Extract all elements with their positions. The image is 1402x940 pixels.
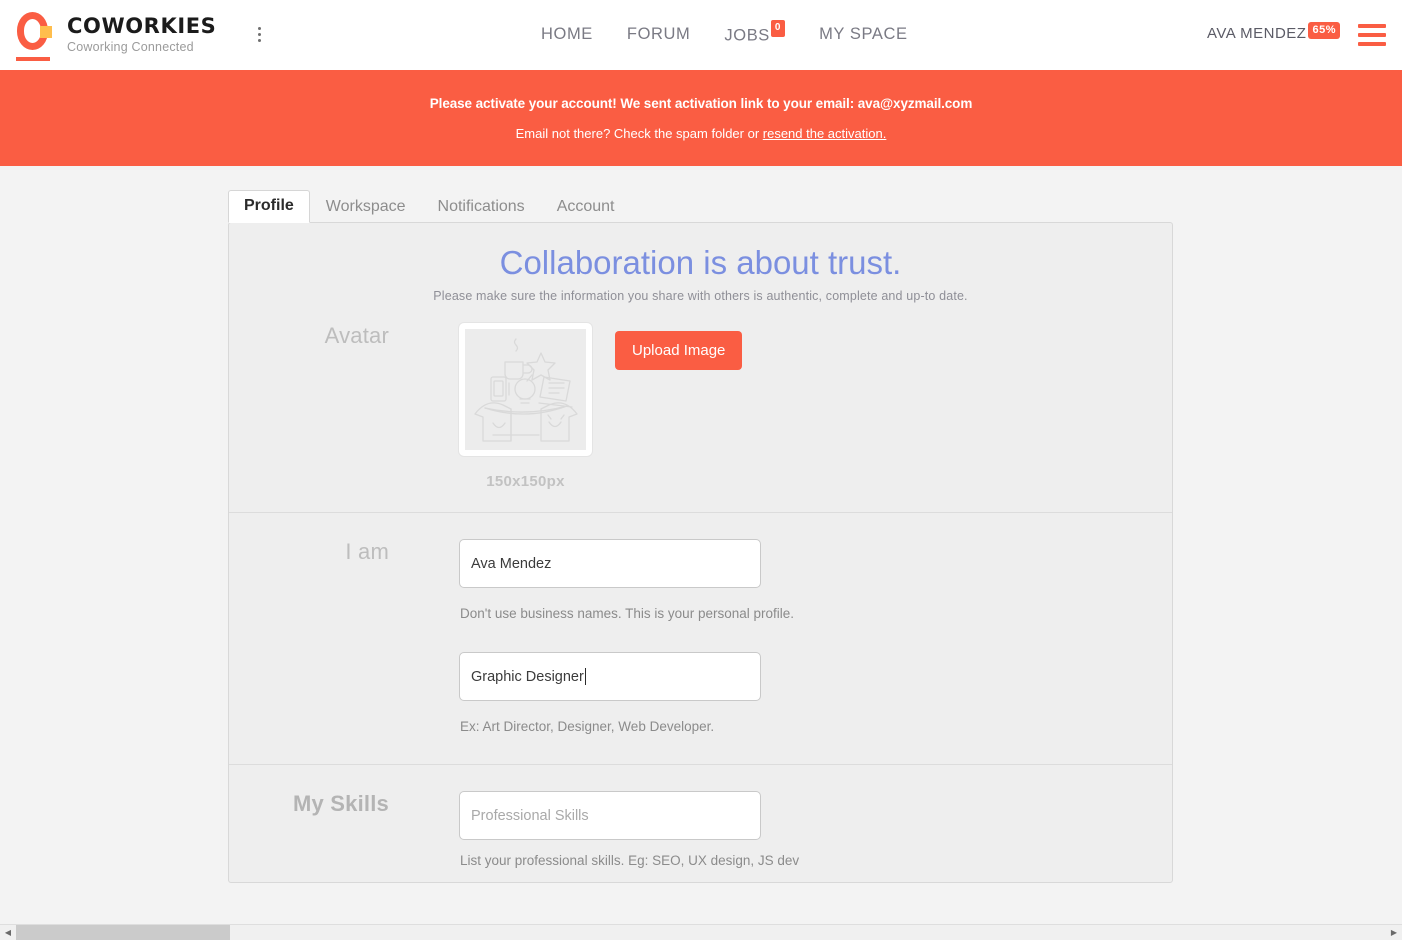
avatar-placeholder: [465, 329, 586, 451]
my-skills-section-label: My Skills: [293, 791, 389, 817]
profile-hero: Collaboration is about trust. Please mak…: [229, 223, 1172, 309]
skills-placeholder: Professional Skills: [471, 807, 589, 824]
my-skills-section: My Skills Professional Skills List your …: [229, 764, 1172, 882]
brand-text: COWORKIES Coworking Connected: [67, 15, 216, 54]
avatar-preview[interactable]: [459, 323, 592, 457]
nav-item-label: FORUM: [626, 25, 691, 43]
tab-notifications[interactable]: Notifications: [422, 191, 541, 223]
user-menu[interactable]: AVA MENDEZ 65%: [1207, 22, 1340, 44]
hamburger-bar: [1358, 32, 1386, 37]
chevron-right-icon[interactable]: ▶: [1386, 925, 1402, 940]
kebab-dot: [257, 39, 261, 42]
i-am-section-body: Ava Mendez Don't use business names. Thi…: [459, 539, 1172, 734]
job-title-hint: Ex: Art Director, Designer, Web Develope…: [460, 719, 715, 735]
nav-item-jobs[interactable]: JOBS 0: [724, 19, 786, 46]
avatar-section: Avatar 150x150px Upload Image: [229, 309, 1172, 512]
scrollbar-track[interactable]: [16, 924, 1386, 940]
kebab-dot: [257, 33, 261, 36]
full-name-value: Ava Mendez: [471, 555, 552, 572]
resend-activation-link[interactable]: resend the activation.: [763, 126, 887, 141]
activation-banner-title: Please activate your account! We sent ac…: [429, 95, 973, 111]
tab-label: Workspace: [325, 198, 406, 215]
profile-completion-badge: 65%: [1308, 22, 1340, 39]
skills-input[interactable]: Professional Skills: [459, 791, 761, 841]
field-spacer: [459, 621, 1172, 652]
page-title: Collaboration is about trust.: [499, 244, 902, 281]
my-skills-section-body: Professional Skills List your profession…: [459, 791, 1172, 868]
nav-item-my-space[interactable]: MY SPACE: [819, 25, 908, 44]
coworkers-desk-illustration-icon: [473, 338, 578, 442]
horizontal-scrollbar[interactable]: ◀ ▶: [0, 924, 1402, 940]
avatar-row: 150x150px Upload Image: [459, 323, 1172, 490]
hamburger-menu-icon[interactable]: [1358, 23, 1386, 46]
avatar-section-label: Avatar: [324, 323, 389, 349]
coworkies-o-logo-icon: [14, 9, 54, 61]
brand-tagline: Coworking Connected: [67, 40, 194, 55]
kebab-menu-icon[interactable]: [250, 23, 268, 47]
settings-tabs: Profile Workspace Notifications Account: [228, 190, 1173, 223]
full-name-hint: Don't use business names. This is your p…: [460, 606, 794, 622]
chevron-left-icon[interactable]: ◀: [0, 925, 16, 940]
page-subtitle: Please make sure the information you sha…: [433, 289, 968, 304]
skills-hint: List your professional skills. Eg: SEO, …: [460, 853, 800, 869]
scrollbar-thumb[interactable]: [16, 924, 230, 940]
tab-workspace[interactable]: Workspace: [310, 191, 422, 223]
nav-item-label: HOME: [541, 25, 593, 43]
tab-label: Notifications: [437, 198, 525, 215]
tab-label: Account: [556, 198, 615, 215]
tab-profile[interactable]: Profile: [228, 190, 310, 223]
nav-item-home[interactable]: HOME: [541, 25, 593, 44]
avatar-section-body: 150x150px Upload Image: [459, 323, 1172, 490]
user-name-label: AVA MENDEZ: [1207, 25, 1307, 42]
text-cursor: [584, 668, 586, 686]
site-header: COWORKIES Coworking Connected HOME FORUM…: [0, 0, 1402, 70]
activation-banner-subtitle: Email not there? Check the spam folder o…: [516, 126, 887, 141]
brand-logo[interactable]: COWORKIES Coworking Connected: [14, 9, 216, 61]
tab-account[interactable]: Account: [541, 191, 631, 223]
nav-item-forum[interactable]: FORUM: [627, 25, 691, 44]
page-body: Profile Workspace Notifications Account …: [0, 166, 1402, 884]
avatar-size-caption: 150x150px: [486, 473, 565, 491]
activation-banner-sub-text: Email not there? Check the spam folder o…: [515, 125, 763, 141]
i-am-section-label: I am: [345, 539, 389, 565]
logo-underline-shape: [16, 56, 50, 61]
main-navigation: HOME FORUM JOBS 0 MY SPACE: [541, 0, 908, 69]
account-activation-banner: Please activate your account! We sent ac…: [0, 70, 1402, 166]
jobs-count-badge: 0: [770, 19, 786, 37]
upload-image-button[interactable]: Upload Image: [615, 331, 743, 371]
nav-item-label: MY SPACE: [819, 25, 908, 43]
job-title-value: Graphic Designer: [471, 668, 584, 685]
job-title-input[interactable]: Graphic Designer: [459, 652, 761, 702]
hamburger-bar: [1358, 41, 1386, 46]
settings-container: Profile Workspace Notifications Account …: [228, 190, 1173, 884]
tab-label: Profile: [244, 197, 294, 214]
profile-settings-card: Collaboration is about trust. Please mak…: [228, 222, 1173, 884]
brand-name: COWORKIES: [67, 13, 217, 38]
nav-item-label: JOBS: [724, 26, 770, 45]
full-name-input[interactable]: Ava Mendez: [459, 539, 761, 589]
logo-chip-shape: [40, 25, 52, 38]
kebab-dot: [257, 27, 261, 30]
i-am-section: I am Ava Mendez Don't use business names…: [229, 512, 1172, 764]
hamburger-bar: [1358, 23, 1386, 28]
header-user-area: AVA MENDEZ 65%: [1207, 0, 1386, 69]
